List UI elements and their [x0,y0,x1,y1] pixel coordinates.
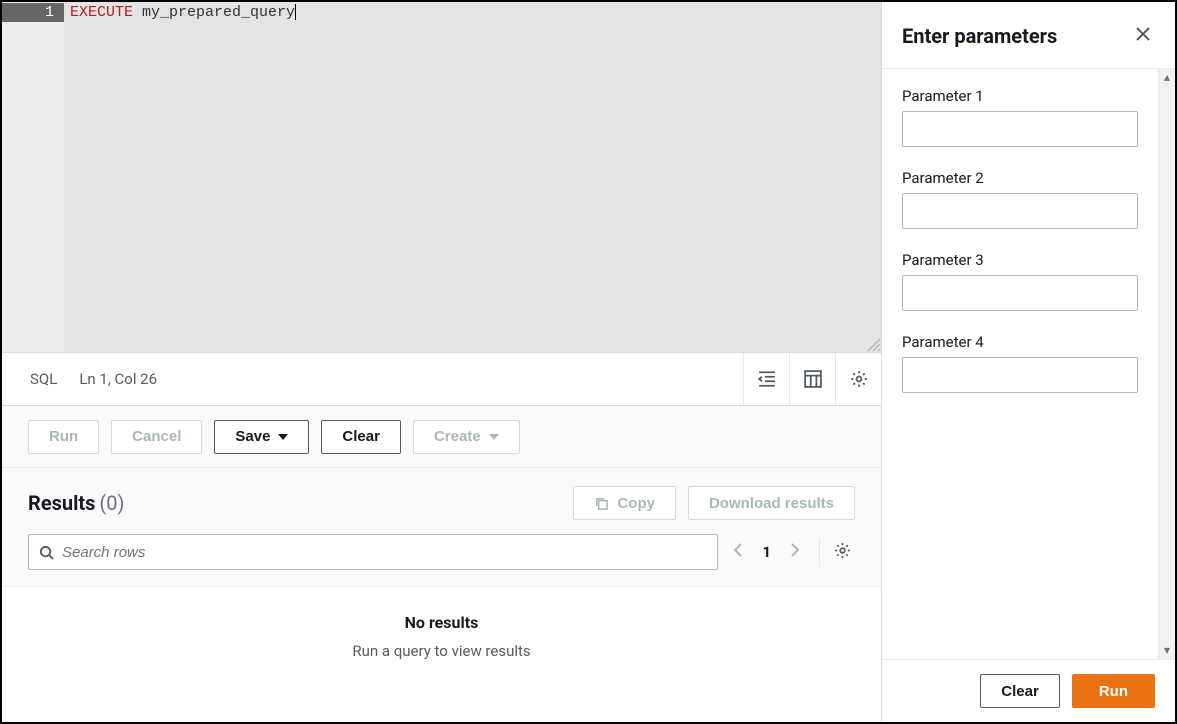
parameter-label: Parameter 4 [902,333,1138,351]
code-line: EXECUTE my_prepared_query [70,3,881,22]
save-button[interactable]: Save [214,420,309,454]
panel-clear-button[interactable]: Clear [980,674,1060,708]
search-icon [39,545,54,560]
results-settings-button[interactable] [819,538,855,567]
panel-footer: Clear Run [882,659,1175,722]
resize-handle-icon[interactable] [867,338,881,352]
parameter-input-2[interactable] [902,193,1138,229]
gear-icon [834,542,851,559]
pager: 1 [728,538,855,567]
sql-identifier: my_prepared_query [133,4,295,21]
grid-icon [804,370,822,388]
create-button[interactable]: Create [413,420,520,454]
panel-body-wrap: Parameter 1 Parameter 2 Parameter 3 Para… [882,69,1175,659]
empty-subtitle: Run a query to view results [2,642,881,660]
parameter-field: Parameter 4 [902,333,1138,393]
run-button[interactable]: Run [28,420,99,454]
parameter-input-4[interactable] [902,357,1138,393]
close-panel-button[interactable] [1131,22,1155,50]
panel-title: Enter parameters [902,24,1131,48]
results-count: (0) [99,491,124,515]
parameter-field: Parameter 2 [902,169,1138,229]
panel-body: Parameter 1 Parameter 2 Parameter 3 Para… [882,69,1158,659]
parameter-input-3[interactable] [902,275,1138,311]
parameter-field: Parameter 3 [902,251,1138,311]
results-title: Results [28,491,95,515]
copy-label: Copy [617,495,655,512]
app-frame: 1 EXECUTE my_prepared_query SQL Ln 1, Co… [0,0,1177,724]
parameter-label: Parameter 1 [902,87,1138,105]
chevron-left-icon [732,543,744,557]
results-header: Results (0) Copy Download results [2,468,881,534]
download-results-button[interactable]: Download results [688,486,855,520]
language-indicator: SQL [30,370,57,388]
sql-keyword: EXECUTE [70,4,133,21]
caret-down-icon [278,434,288,440]
editor-cursor [295,4,296,20]
chevron-right-icon [789,543,801,557]
scrollbar[interactable]: ▴ ▾ [1158,69,1175,659]
clear-button[interactable]: Clear [321,420,401,454]
parameter-label: Parameter 3 [902,251,1138,269]
caret-down-icon [489,434,499,440]
empty-title: No results [2,613,881,632]
page-number: 1 [762,543,771,561]
cursor-position: Ln 1, Col 26 [79,370,157,388]
save-label: Save [235,428,270,445]
parameters-panel: Enter parameters Parameter 1 Parameter 2… [882,2,1175,722]
search-input[interactable] [62,544,707,561]
scroll-up-icon[interactable]: ▴ [1159,69,1175,86]
results-toolbar: 1 [2,534,881,587]
layout-button[interactable] [789,353,835,405]
scroll-down-icon[interactable]: ▾ [1159,642,1175,659]
main-column: 1 EXECUTE my_prepared_query SQL Ln 1, Co… [2,2,882,722]
sql-editor[interactable]: 1 EXECUTE my_prepared_query [2,2,881,352]
format-button[interactable] [743,353,789,405]
copy-button[interactable]: Copy [573,486,676,520]
action-bar: Run Cancel Save Clear Create [2,406,881,468]
results-empty-state: No results Run a query to view results [2,587,881,722]
parameter-label: Parameter 2 [902,169,1138,187]
editor-status-bar: SQL Ln 1, Col 26 [2,352,881,406]
line-number: 1 [2,3,64,22]
prev-page-button[interactable] [728,539,748,565]
editor-code-area[interactable]: EXECUTE my_prepared_query [64,2,881,352]
editor-settings-button[interactable] [835,353,881,405]
parameter-field: Parameter 1 [902,87,1138,147]
editor-gutter: 1 [2,2,64,352]
indent-icon [758,370,776,388]
gear-icon [850,370,868,388]
create-label: Create [434,428,481,445]
panel-run-button[interactable]: Run [1072,674,1155,708]
next-page-button[interactable] [785,539,805,565]
parameter-input-1[interactable] [902,111,1138,147]
close-icon [1135,26,1151,42]
copy-icon [594,496,609,511]
cancel-button[interactable]: Cancel [111,420,202,454]
panel-header: Enter parameters [882,2,1175,69]
search-box[interactable] [28,534,718,570]
